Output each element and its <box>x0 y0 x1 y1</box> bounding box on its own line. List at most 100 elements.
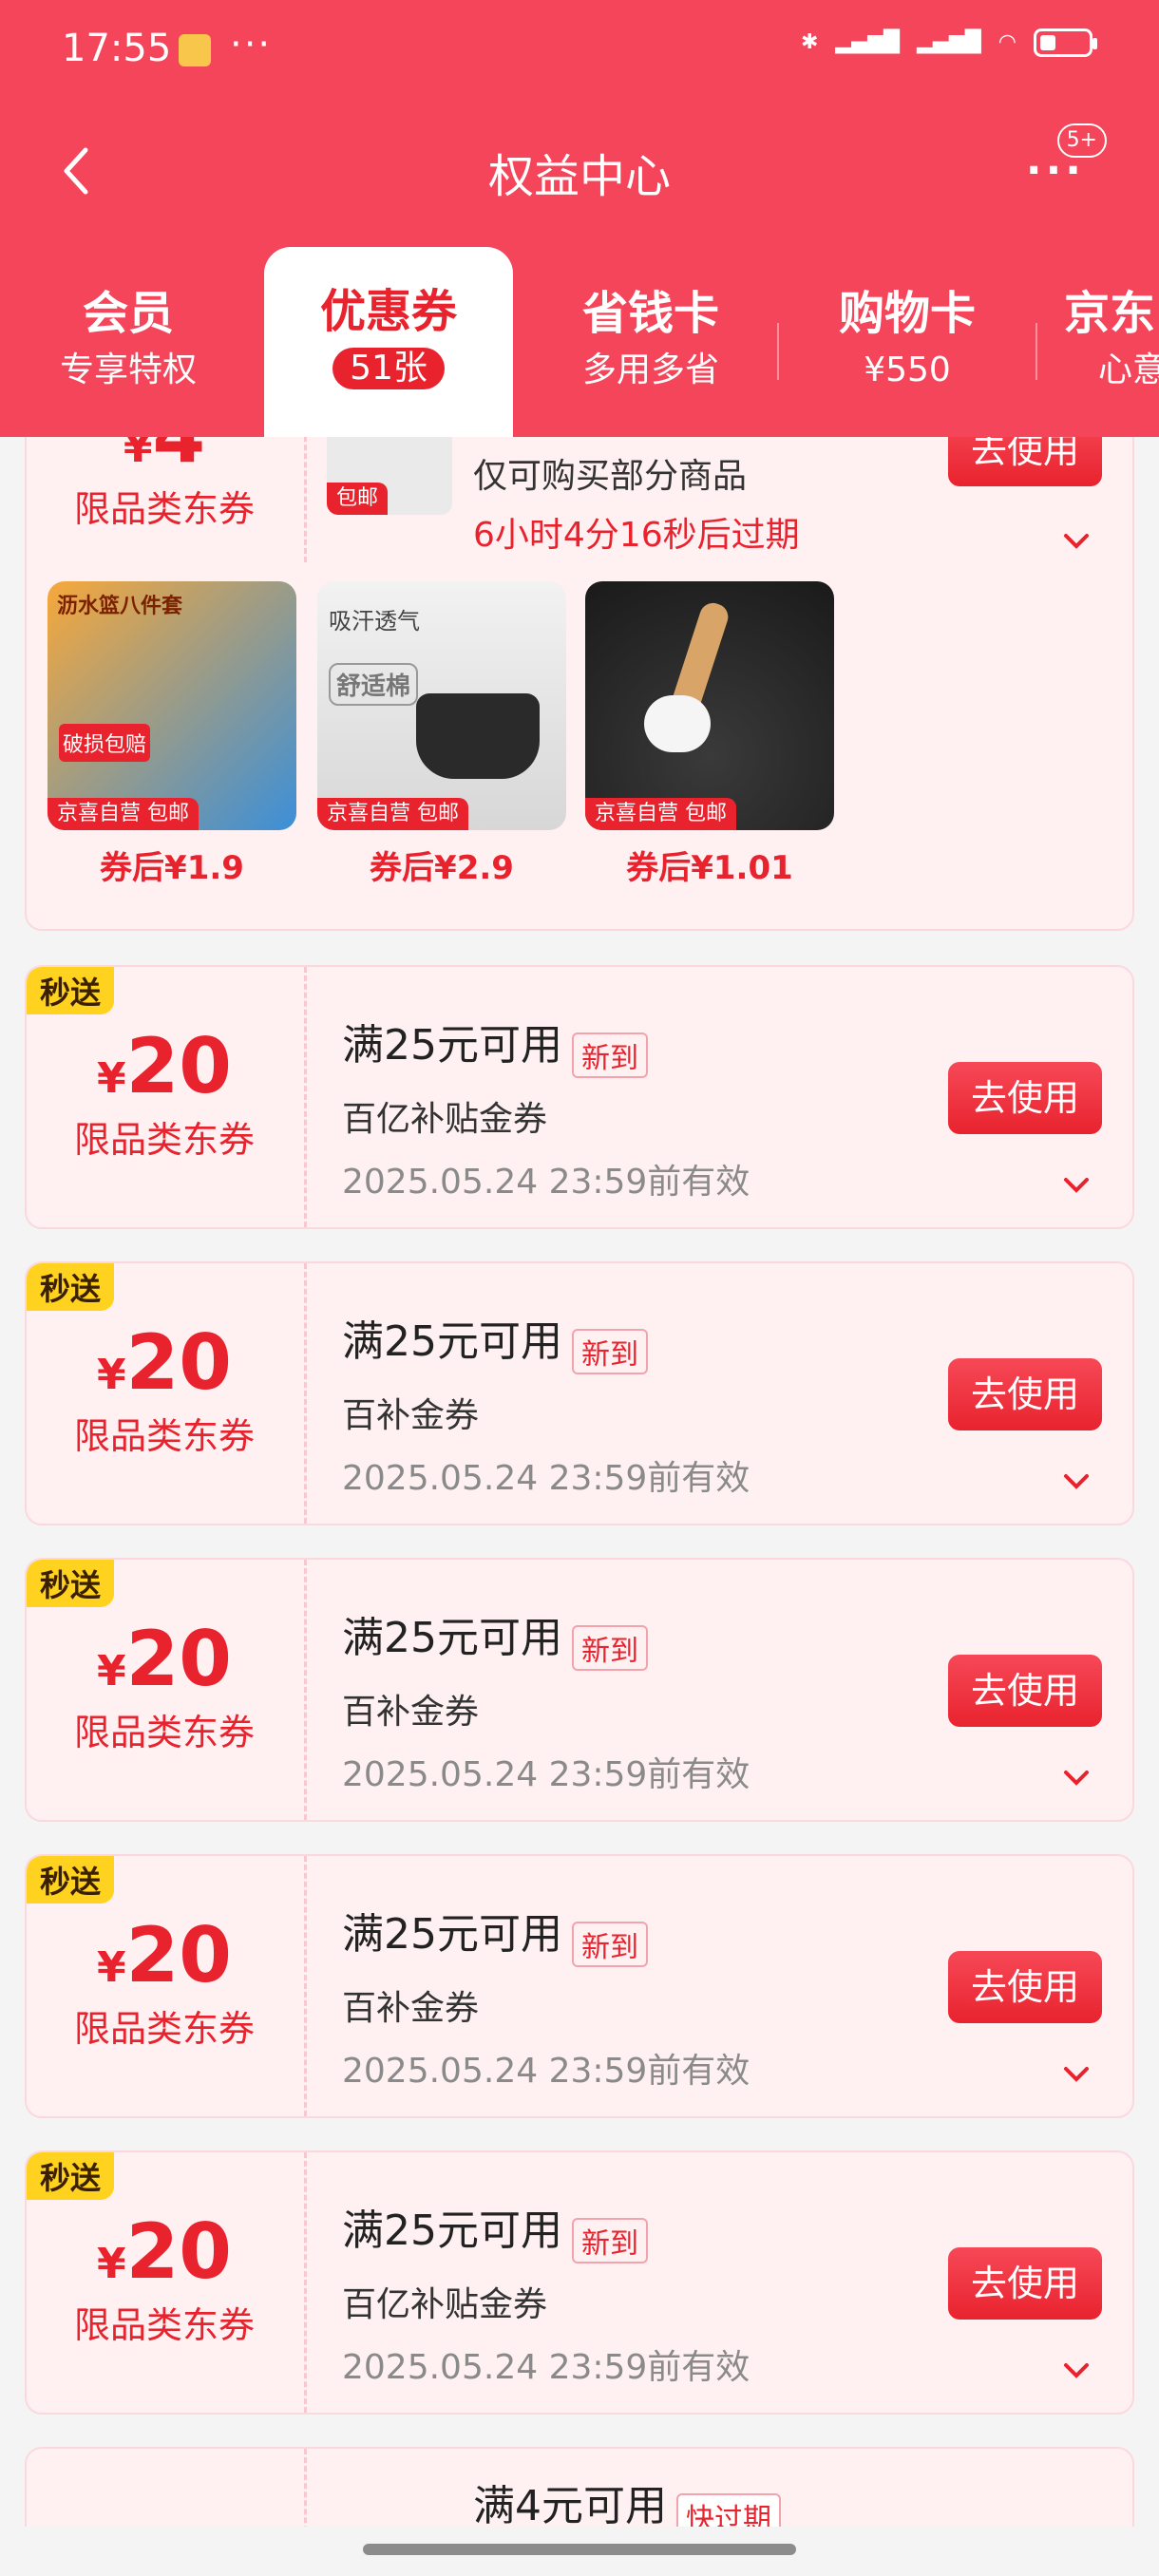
new-tag: 新到 <box>572 1921 648 1967</box>
coupon-amount: ¥20 <box>27 1318 302 1407</box>
product-image: 吸汗透气 舒适棉 京喜自营 包邮 <box>317 581 566 830</box>
use-button[interactable]: 去使用 <box>948 1655 1102 1727</box>
coupon-date: 2025.05.24 23:59前有效 <box>342 1162 750 1202</box>
coupon-scope: 限品类东券 <box>73 2304 255 2346</box>
new-tag: 新到 <box>572 2217 648 2263</box>
chevron-down-icon <box>1064 1771 1089 1786</box>
product-tag: 京喜自营 包邮 <box>48 798 199 830</box>
coupon-amount: ¥4 <box>27 437 302 480</box>
chevron-down-icon <box>1064 2067 1089 2082</box>
coupon-info: 满25元可用 新到 百亿补贴金券 2025.05.24 23:59前有效 <box>342 2196 750 2389</box>
tab-coupons[interactable]: 优惠券 51张 <box>264 247 513 437</box>
expand-button[interactable] <box>1062 1472 1091 1491</box>
coupon-info: 满25元可用 新到 百补金券 2025.05.24 23:59前有效 <box>342 1900 750 2093</box>
expand-button[interactable] <box>1062 532 1091 551</box>
coupon-amount: ¥20 <box>27 1022 302 1110</box>
coupon-condition: 满25元可用 <box>342 1614 562 1662</box>
tab-sub: 多用多省 <box>581 350 719 389</box>
amount-value: 20 <box>125 1911 232 1999</box>
signal-icon-2: ▂▄▆█ <box>917 30 981 54</box>
coupon-scope: 限品类东券 <box>73 1119 255 1161</box>
new-tag: 新到 <box>572 1032 648 1078</box>
status-icons: ✱ ▂▄▆█ ▂▄▆█ ◠ <box>801 28 1097 57</box>
coupon-desc: 仅可购买部分商品 <box>473 457 748 496</box>
coupon-info: 满25元可用 新到 百补金券 2025.05.24 23:59前有效 <box>342 1307 750 1500</box>
coupon-card: 秒送 ¥20 限品类东券 满25元可用 新到 百补金券 2025.05.24 23… <box>25 1854 1134 2118</box>
tab-divider <box>1036 323 1037 380</box>
product-tag: 包邮 <box>327 483 389 515</box>
coupon-desc: 百补金券 <box>342 1692 480 1732</box>
chevron-down-icon <box>1064 1474 1089 1489</box>
product-overlay: 舒适棉 <box>329 663 419 706</box>
expand-button[interactable] <box>1062 1176 1091 1195</box>
product-price: 券后¥1.01 <box>626 849 793 887</box>
brush-head <box>644 695 711 752</box>
coupon-card: 秒送 ¥20 限品类东券 满25元可用 新到 百亿补贴金券 2025.05.24 … <box>25 2150 1134 2415</box>
new-tag: 新到 <box>572 1624 648 1671</box>
coupon-condition-row: 满25元可用 新到 <box>342 1603 750 1671</box>
product-image: 沥水篮八件套 破损包赔 京喜自营 包邮 <box>48 581 296 830</box>
coupon-card: 满4元可用 快过期 <box>25 2447 1134 2527</box>
use-button[interactable]: 去使用 <box>948 1358 1102 1430</box>
coupon-scope: 限品类东券 <box>73 2008 255 2050</box>
coupon-condition: 满25元可用 <box>342 1910 562 1959</box>
product-item[interactable]: 吸汗透气 舒适棉 京喜自营 包邮 券后¥2.9 <box>317 581 566 888</box>
coupon-divider <box>304 1560 307 1820</box>
coupon-card: 秒送 ¥20 限品类东券 满25元可用 新到 百补金券 2025.05.24 23… <box>25 1261 1134 1525</box>
status-more-dots: ··· <box>230 23 273 66</box>
currency-symbol: ¥ <box>97 1943 126 1992</box>
amount-value: 20 <box>125 1022 232 1110</box>
status-time: 17:55 <box>62 27 172 70</box>
tab-savings-card[interactable]: 省钱卡 多用多省 <box>542 285 760 391</box>
product-overlay: 破损包赔 <box>59 724 151 762</box>
coupon-desc: 百补金券 <box>342 1395 480 1435</box>
product-title: 吸汗透气 <box>329 608 420 635</box>
expiring-tag: 快过期 <box>676 2492 781 2527</box>
coupon-scope: 限品类东券 <box>73 488 255 530</box>
amount-value: 4 <box>152 437 205 480</box>
coupon-card: ¥4 限品类东券 包邮 仅可购买部分商品 6小时4分16秒后过期 去使用 沥水篮… <box>25 437 1134 931</box>
use-button[interactable]: 去使用 <box>948 2247 1102 2320</box>
coupon-condition-row: 满25元可用 新到 <box>342 2196 750 2263</box>
coupon-card: 秒送 ¥20 限品类东券 满25元可用 新到 百补金券 2025.05.24 23… <box>25 1558 1134 1822</box>
coupon-condition: 满25元可用 <box>342 2207 562 2255</box>
coupon-list[interactable]: ¥4 限品类东券 包邮 仅可购买部分商品 6小时4分16秒后过期 去使用 沥水篮… <box>0 437 1159 2527</box>
coupon-condition: 满25元可用 <box>342 1317 562 1366</box>
new-tag: 新到 <box>572 1328 648 1374</box>
coupon-left: ¥20 限品类东券 <box>27 967 302 1227</box>
battery-icon <box>1034 28 1097 57</box>
use-button[interactable]: 去使用 <box>948 1062 1102 1134</box>
coupon-desc: 百亿补贴金券 <box>342 1099 548 1139</box>
coupon-condition-row: 满25元可用 新到 <box>342 1900 750 1967</box>
use-button[interactable]: 去使用 <box>948 437 1102 486</box>
tab-label: 京东 <box>1064 287 1156 340</box>
header: 权益中心 ··· 5+ <box>0 104 1159 247</box>
notification-app-icon <box>179 34 211 66</box>
coupon-condition: 满25元可用 <box>342 1021 562 1070</box>
tab-member[interactable]: 会员 专享特权 <box>19 285 238 391</box>
tab-shopping-card[interactable]: 购物卡 ¥550 <box>798 285 1016 391</box>
coupon-divider <box>304 2449 307 2527</box>
status-bar: 17:55 ··· ✱ ▂▄▆█ ▂▄▆█ ◠ <box>0 0 1159 104</box>
product-item[interactable]: 京喜自营 包邮 券后¥1.01 <box>585 581 834 888</box>
coupon-expiry: 6小时4分16秒后过期 <box>473 516 800 555</box>
coupon-amount: ¥20 <box>27 2207 302 2296</box>
coupon-left: ¥20 限品类东券 <box>27 1560 302 1820</box>
use-button[interactable]: 去使用 <box>948 1951 1102 2023</box>
tab-label: 优惠券 <box>319 285 457 338</box>
coupon-scope: 限品类东券 <box>73 1415 255 1457</box>
currency-symbol: ¥ <box>97 1647 126 1695</box>
chevron-down-icon <box>1064 534 1089 549</box>
home-indicator[interactable] <box>363 2544 796 2555</box>
coupon-left: ¥20 限品类东券 <box>27 2152 302 2413</box>
amount-value: 20 <box>125 1318 232 1407</box>
expand-button[interactable] <box>1062 2065 1091 2084</box>
product-tag: 京喜自营 包邮 <box>317 798 468 830</box>
product-thumbnail: 包邮 <box>327 437 452 515</box>
expand-button[interactable] <box>1062 2361 1091 2380</box>
amount-value: 20 <box>125 2207 232 2296</box>
expand-button[interactable] <box>1062 1769 1091 1788</box>
tab-jd[interactable]: 京东 心意 <box>1064 285 1159 391</box>
product-item[interactable]: 沥水篮八件套 破损包赔 京喜自营 包邮 券后¥1.9 <box>48 581 296 888</box>
coupon-condition-row: 满25元可用 新到 <box>342 1307 750 1374</box>
